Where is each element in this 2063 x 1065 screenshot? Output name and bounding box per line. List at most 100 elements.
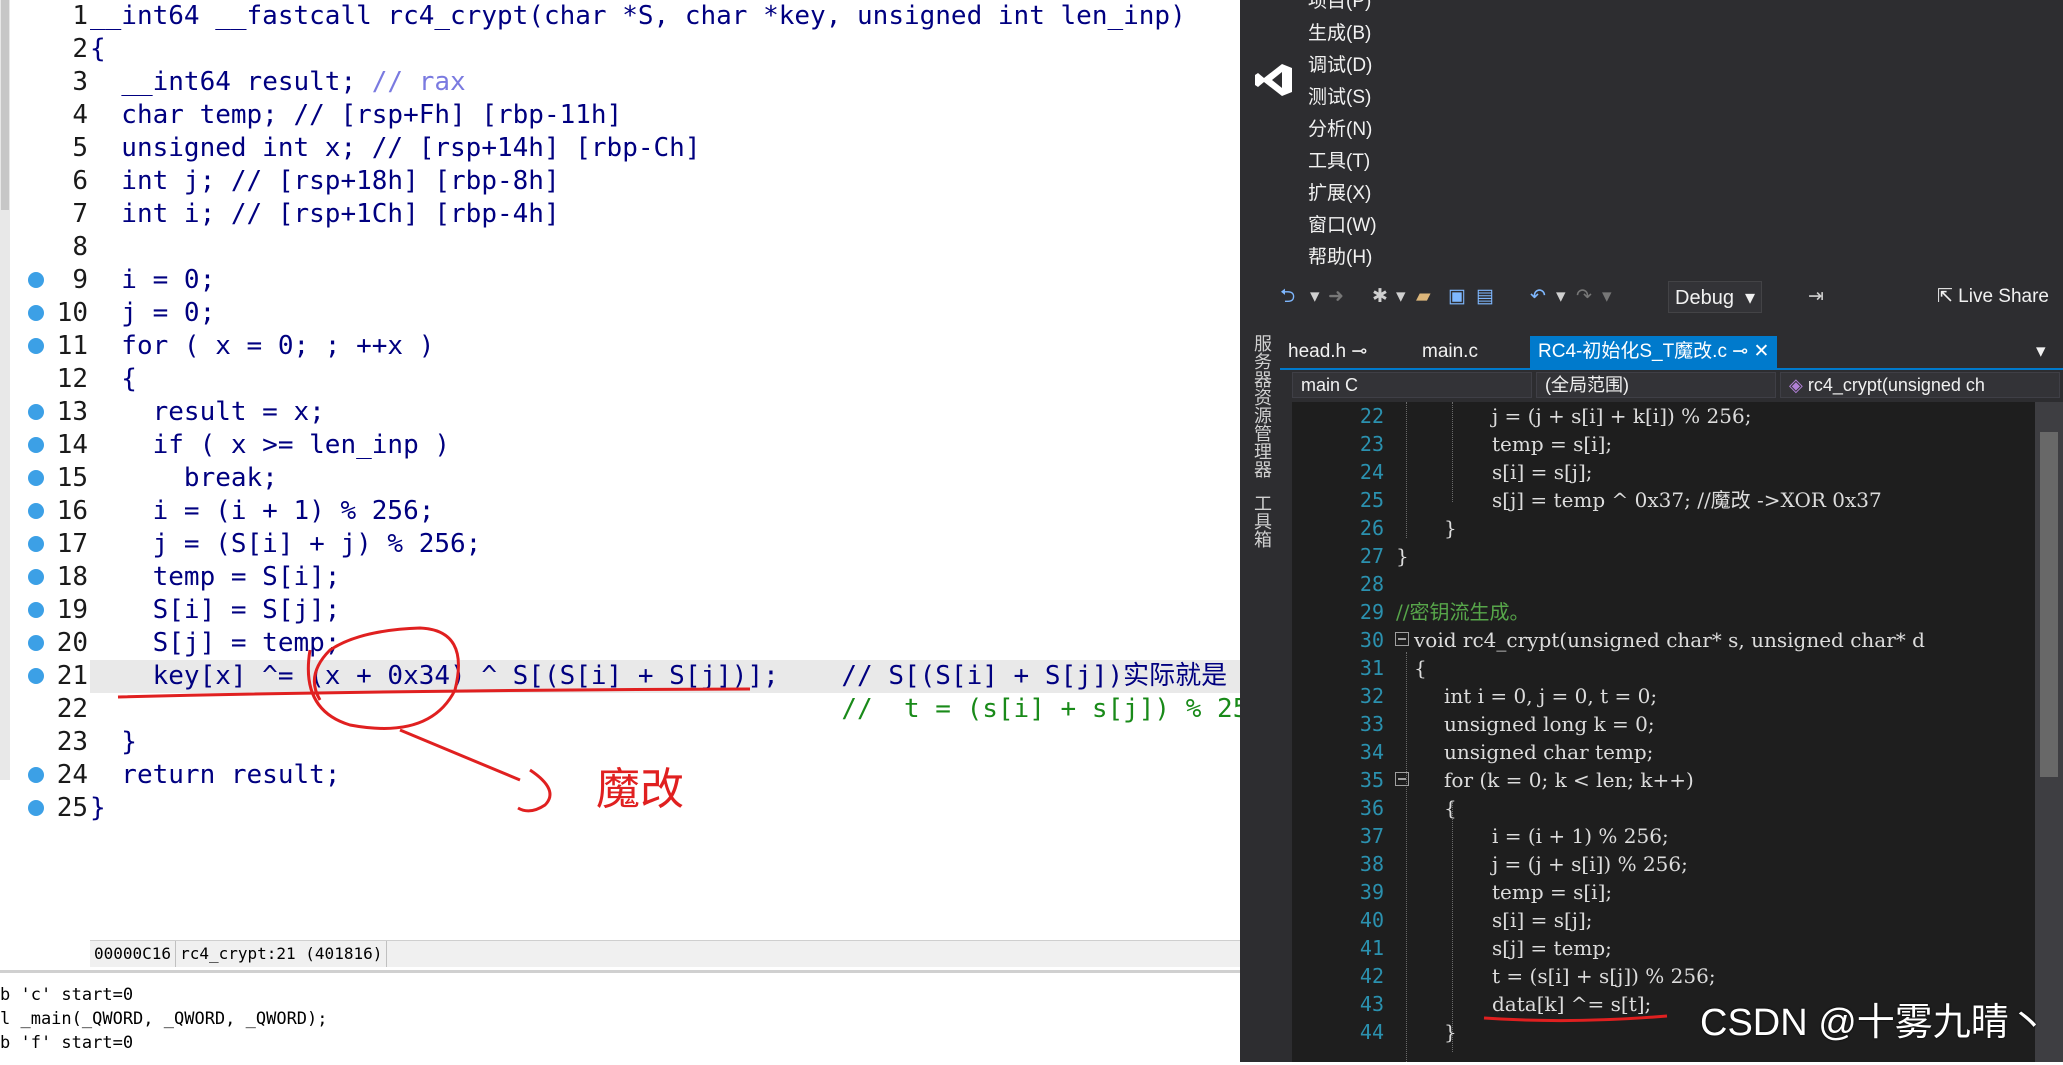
gutter-row[interactable]: 8 (10, 231, 90, 264)
open-folder-icon[interactable]: ▰ (1416, 276, 1431, 318)
menu-build[interactable]: 生成(B) (1308, 18, 1377, 50)
new-item-icon[interactable]: ✱ (1372, 276, 1388, 318)
code-line[interactable]: { (90, 363, 137, 396)
gutter-row[interactable]: 21 (10, 660, 90, 693)
menu-extensions[interactable]: 扩展(X) (1308, 178, 1377, 210)
menu-test[interactable]: 测试(S) (1308, 82, 1377, 114)
code-line[interactable]: //密钥流生成。 (1396, 598, 1529, 626)
save-icon[interactable]: ▣ (1448, 276, 1466, 318)
code-line[interactable]: for ( x = 0; ; ++x ) (90, 330, 434, 363)
gutter-row[interactable]: 1 (10, 0, 90, 33)
gutter-row[interactable]: 22 (10, 693, 90, 726)
code-line[interactable]: // t = (s[i] + s[j]) % 256; (90, 693, 1279, 726)
code-line[interactable]: void rc4_crypt(unsigned char* s, unsigne… (1414, 626, 1925, 654)
code-line-highlighted[interactable]: key[x] ^= (x + 0x34) ^ S[(S[i] + S[j])];… (90, 660, 1240, 693)
vertical-scrollbar[interactable] (0, 0, 10, 780)
gutter-row[interactable]: 14 (10, 429, 90, 462)
gutter-row[interactable]: 15 (10, 462, 90, 495)
breakpoint-icon[interactable] (28, 635, 44, 651)
gutter-row[interactable]: 12 (10, 363, 90, 396)
code-line[interactable]: S[i] = S[j]; (90, 594, 341, 627)
new-item-dropdown-icon[interactable]: ▾ (1396, 276, 1406, 318)
scope-dropdown[interactable]: (全局范围) (1536, 372, 1776, 398)
solution-configuration-select[interactable]: Debug ▾ (1668, 281, 1762, 313)
output-window[interactable]: b 'c' start=0 l _main(_QWORD, _QWORD, _Q… (0, 970, 1240, 1065)
tab-main-c[interactable]: main.c (1414, 336, 1486, 368)
code-line[interactable]: } (1444, 514, 1457, 542)
code-line[interactable]: j = 0; (90, 297, 215, 330)
gutter-row[interactable]: 24 (10, 759, 90, 792)
tab-head-h[interactable]: head.h ⊸ (1280, 336, 1375, 368)
code-line[interactable]: j = (j + s[i] + k[i]) % 256; (1492, 402, 1751, 430)
gutter-row[interactable]: 10 (10, 297, 90, 330)
code-line[interactable]: } (1444, 1018, 1457, 1046)
breakpoint-icon[interactable] (28, 272, 44, 288)
close-icon[interactable]: ✕ (1753, 341, 1769, 362)
breakpoint-icon[interactable] (28, 404, 44, 420)
breakpoint-icon[interactable] (28, 503, 44, 519)
code-line[interactable]: S[j] = temp; (90, 627, 341, 660)
code-line[interactable]: s[i] = s[j]; (1492, 458, 1593, 486)
collapse-icon[interactable] (1395, 632, 1409, 646)
scrollbar-thumb[interactable] (2040, 432, 2058, 777)
menu-debug[interactable]: 调试(D) (1308, 50, 1377, 82)
code-line[interactable]: i = (i + 1) % 256; (90, 495, 435, 528)
code-line[interactable]: { (1444, 794, 1457, 822)
code-line[interactable]: result = x; (90, 396, 325, 429)
gutter-row[interactable]: 23 (10, 726, 90, 759)
code-line[interactable]: j = (j + s[i]) % 256; (1492, 850, 1688, 878)
breakpoint-icon[interactable] (28, 437, 44, 453)
undo-dropdown-icon[interactable]: ▾ (1556, 276, 1566, 318)
code-line[interactable]: unsigned int x; // [rsp+14h] [rbp-Ch] (90, 132, 700, 165)
menu-analyze[interactable]: 分析(N) (1308, 114, 1377, 146)
code-line[interactable]: s[j] = temp; (1492, 934, 1612, 962)
gutter-row[interactable]: 19 (10, 594, 90, 627)
code-line[interactable]: __int64 __fastcall rc4_crypt(char *S, ch… (90, 0, 1186, 33)
tab-overflow-icon[interactable]: ▾ (2028, 336, 2054, 368)
breakpoint-icon[interactable] (28, 470, 44, 486)
code-line[interactable]: } (1396, 542, 1409, 570)
gutter-row[interactable]: 17 (10, 528, 90, 561)
gutter-row[interactable]: 20 (10, 627, 90, 660)
breakpoint-icon[interactable] (28, 305, 44, 321)
breakpoint-icon[interactable] (28, 602, 44, 618)
breakpoint-icon[interactable] (28, 536, 44, 552)
code-line[interactable]: char temp; // [rsp+Fh] [rbp-11h] (90, 99, 622, 132)
gutter-row[interactable]: 25 (10, 792, 90, 825)
editor-scrollbar[interactable] (2035, 402, 2063, 1062)
code-line[interactable]: i = (i + 1) % 256; (1492, 822, 1669, 850)
breakpoint-icon[interactable] (28, 800, 44, 816)
code-line[interactable]: temp = s[i]; (1492, 430, 1612, 458)
gutter-row[interactable]: 18 (10, 561, 90, 594)
undo-icon[interactable]: ↶ (1530, 276, 1546, 318)
back-dropdown-icon[interactable]: ▾ (1310, 276, 1320, 318)
member-dropdown[interactable]: ◈ rc4_crypt(unsigned ch (1780, 372, 2060, 398)
code-line[interactable]: return result; (90, 759, 340, 792)
tab-rc4-file[interactable]: RC4-初始化S_T魔改.c ⊸ ✕ (1530, 336, 1778, 368)
breakpoint-icon[interactable] (28, 767, 44, 783)
live-share-button[interactable]: ⇱ Live Share (1937, 276, 2049, 318)
breakpoint-icon[interactable] (28, 569, 44, 585)
gutter-row[interactable]: 2 (10, 33, 90, 66)
code-line[interactable]: } (90, 792, 106, 825)
code-line[interactable]: unsigned long k = 0; (1444, 710, 1655, 738)
code-line[interactable]: for (k = 0; k < len; k++) (1444, 766, 1694, 794)
side-tab-server-explorer[interactable]: 服务器资源管理器 (1240, 330, 1280, 480)
gutter-row[interactable]: 4 (10, 99, 90, 132)
code-line[interactable]: { (1414, 654, 1427, 682)
side-tab-toolbox[interactable]: 工具箱 (1240, 490, 1280, 560)
breakpoint-icon[interactable] (28, 668, 44, 684)
forward-icon[interactable]: ➜ (1328, 276, 1344, 318)
save-all-icon[interactable]: ▤ (1476, 276, 1494, 318)
code-line[interactable]: } (90, 726, 137, 759)
code-line[interactable]: { (90, 33, 106, 66)
code-line[interactable]: temp = s[i]; (1492, 878, 1612, 906)
code-line[interactable]: s[i] = s[j]; (1492, 906, 1593, 934)
redo-icon[interactable]: ↷ (1576, 276, 1592, 318)
code-line[interactable]: unsigned char temp; (1444, 738, 1653, 766)
code-line[interactable]: int j; // [rsp+18h] [rbp-8h] (90, 165, 559, 198)
project-dropdown[interactable]: main C (1292, 372, 1532, 398)
breakpoint-icon[interactable] (28, 338, 44, 354)
scrollbar-thumb[interactable] (1, 0, 9, 210)
gutter-row[interactable]: 11 (10, 330, 90, 363)
